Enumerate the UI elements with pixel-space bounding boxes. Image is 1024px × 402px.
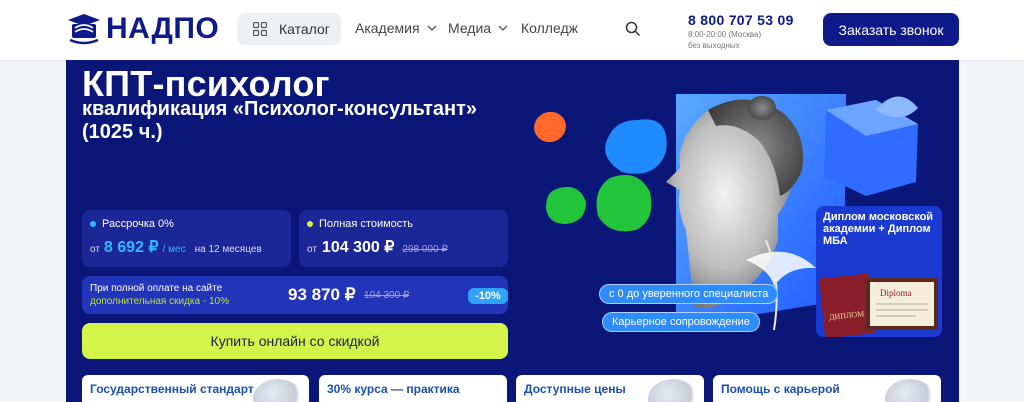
full-price-old: 298 000 ₽ — [402, 244, 448, 255]
full-price-row: от 104 300 ₽ 298 000 ₽ — [307, 237, 448, 257]
hero-visual: с 0 до уверенного специалиста Карьерное … — [526, 90, 956, 375]
contact-block: 8 800 707 53 09 8:00-20:00 (Москва) без … — [688, 12, 794, 50]
page-subtitle: квалификация «Психолог-консультант» (102… — [82, 98, 477, 143]
nav-media-label: Медиа — [448, 20, 492, 36]
discount-old-price: 104 300 ₽ — [364, 290, 410, 301]
discount-card: При полной оплате на сайте дополнительна… — [82, 276, 508, 314]
status-dot — [307, 221, 313, 227]
tag-label: Карьерное сопровождение — [602, 312, 760, 332]
chevron-down-icon — [498, 25, 508, 31]
diploma-image: ДИПЛОМ Diploma — [819, 273, 938, 337]
price-prefix: от — [90, 244, 100, 255]
logo[interactable]: НАДПО — [66, 12, 219, 46]
full-price-amount: 104 300 ₽ — [321, 239, 395, 256]
nav-college-label: Колледж — [521, 20, 578, 36]
feature-decoration — [648, 379, 698, 402]
status-dot — [90, 221, 96, 227]
full-price-card: Полная стоимость от 104 300 ₽ 298 000 ₽ — [299, 210, 508, 267]
working-hours: 8:00-20:00 (Москва) — [688, 30, 762, 39]
installment-label-text: Рассрочка 0% — [102, 218, 174, 230]
installment-card: Рассрочка 0% от 8 692 ₽ / мес на 12 меся… — [82, 210, 291, 267]
request-call-button[interactable]: Заказать звонок — [823, 13, 959, 46]
logo-text: НАДПО — [106, 12, 220, 45]
feature-title: Помощь с карьерой — [721, 382, 840, 396]
nav-media[interactable]: Медиа — [448, 20, 508, 36]
feature-decoration — [885, 379, 935, 402]
feature-decoration — [253, 379, 303, 402]
phone-number[interactable]: 8 800 707 53 09 — [688, 12, 794, 28]
nav-college[interactable]: Колледж — [521, 20, 578, 36]
feature-title: Государственный стандарт — [90, 382, 254, 396]
nav-academy[interactable]: Академия — [355, 20, 437, 36]
academy-emblem-icon — [68, 14, 100, 45]
diploma-card: Диплом московской академии + Диплом МБА … — [816, 206, 942, 337]
price-prefix: от — [307, 244, 317, 255]
working-days: без выходных — [688, 41, 740, 50]
nav-academy-label: Академия — [355, 20, 420, 36]
chevron-down-icon — [427, 25, 437, 31]
discount-line1: При полной оплате на сайте — [90, 283, 223, 294]
discount-price: 93 870 ₽ — [288, 285, 356, 304]
installment-unit: / мес — [162, 244, 186, 255]
feature-title: 30% курса — практика — [327, 382, 460, 396]
buy-online-button[interactable]: Купить онлайн со скидкой — [82, 323, 508, 359]
diploma-doc-text2: Diploma — [880, 288, 912, 298]
installment-term: на 12 месяцев — [194, 244, 262, 255]
feature-card[interactable]: 30% курса — практика — [319, 375, 507, 402]
installment-price-row: от 8 692 ₽ / мес на 12 месяцев — [90, 237, 262, 257]
discount-line2: дополнительная скидка - 10% — [90, 296, 229, 307]
full-price-label-text: Полная стоимость — [319, 218, 414, 230]
tag-label: с 0 до уверенного специалиста — [599, 284, 779, 304]
site-header: НАДПО Каталог Академия Медиа Колледж 8 8… — [0, 0, 1024, 60]
hero-banner: КПТ-психолог квалификация «Психолог-конс… — [66, 60, 959, 402]
installment-amount: 8 692 ₽ — [103, 239, 159, 256]
feature-card[interactable]: Помощь с карьерой — [713, 375, 941, 402]
installment-label: Рассрочка 0% — [90, 218, 174, 230]
grid-icon — [253, 22, 267, 36]
feature-card[interactable]: Государственный стандарт — [82, 375, 309, 402]
discount-badge: -10% — [468, 288, 508, 304]
catalog-label: Каталог — [279, 21, 330, 37]
feature-title: Доступные цены — [524, 382, 626, 396]
feature-card[interactable]: Доступные цены — [516, 375, 704, 402]
full-price-label: Полная стоимость — [307, 218, 413, 230]
catalog-button[interactable]: Каталог — [237, 13, 341, 45]
search-icon[interactable] — [625, 21, 641, 37]
